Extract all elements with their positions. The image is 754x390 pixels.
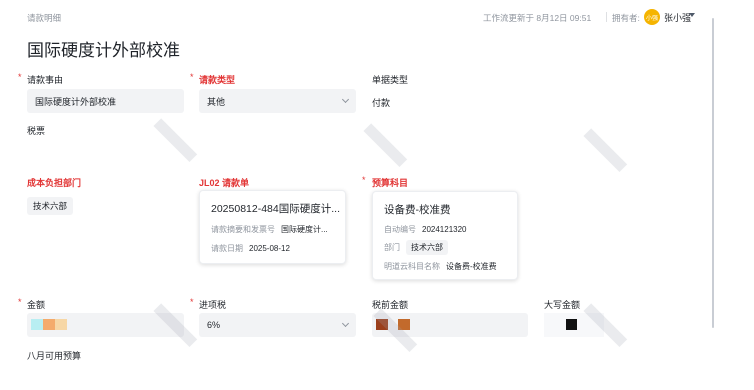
jl02-summary-value: 国际硬度计...: [281, 225, 328, 234]
jl02-summary-key: 请款摘要和发票号: [211, 225, 275, 234]
jl02-summary-row: 请款摘要和发票号 国际硬度计...: [211, 224, 328, 235]
input-tax-value: 6%: [207, 320, 221, 330]
owner-dropdown-caret-icon[interactable]: [689, 13, 695, 17]
owner-name[interactable]: 张小强: [664, 11, 691, 24]
budget-dept-row: 部门 技术六部: [384, 240, 448, 255]
input-tax-select[interactable]: 6%: [199, 313, 356, 337]
required-asterisk: *: [18, 72, 22, 82]
amount-upper-label: 大写金额: [544, 300, 581, 310]
jl02-date-key: 请款日期: [211, 244, 243, 253]
budget-number-row: 自动编号 2024121320: [384, 224, 467, 235]
jl02-date-value: 2025-08-12: [249, 244, 290, 253]
amount-label: 金额: [27, 300, 46, 310]
amount-redacted-block: [43, 319, 55, 330]
required-asterisk: *: [362, 175, 366, 185]
budget-subject-value: 设备费-校准费: [446, 262, 497, 271]
jl02-record-card[interactable]: 20250812-484国际硬度计... 请款摘要和发票号 国际硬度计... 请…: [199, 190, 346, 264]
budget-subject-key: 明道云科目名称: [384, 262, 440, 271]
owner-avatar[interactable]: 小强: [644, 9, 660, 25]
pretax-amount-label: 税前金额: [372, 300, 409, 310]
owner-label: 拥有者:: [612, 13, 640, 23]
budget-label: 预算科目: [372, 178, 409, 188]
watermark: ████████: [153, 118, 198, 162]
reason-label: 请款事由: [27, 75, 64, 85]
jl02-label: JL02 请款单: [199, 178, 250, 188]
august-budget-label: 八月可用预算: [27, 351, 82, 361]
scrollbar[interactable]: [712, 18, 714, 328]
budget-card-title: 设备费-校准费: [384, 204, 451, 216]
tax-ticket-label: 税票: [27, 126, 46, 136]
budget-number-key: 自动编号: [384, 225, 416, 234]
watermark: ████████: [363, 123, 408, 167]
breadcrumb[interactable]: 请款明细: [27, 12, 61, 24]
input-tax-label: 进项税: [199, 300, 227, 310]
budget-subject-row: 明道云科目名称 设备费-校准费: [384, 261, 497, 272]
doc-type-label: 单据类型: [372, 75, 409, 85]
chevron-down-icon: [341, 319, 350, 328]
cost-dept-label: 成本负担部门: [27, 178, 82, 188]
required-asterisk: *: [190, 297, 194, 307]
amount-redacted-block: [31, 319, 43, 330]
required-asterisk: *: [18, 297, 22, 307]
doc-type-value: 付款: [372, 98, 391, 108]
workflow-updated-text: 工作流更新于 8月12日 09:51: [483, 13, 592, 23]
chevron-down-icon: [341, 95, 350, 104]
required-asterisk: *: [190, 72, 194, 82]
jl02-card-title: 20250812-484国际硬度计...: [211, 203, 340, 215]
page-title: 国际硬度计外部校准: [27, 41, 180, 60]
cost-dept-tag[interactable]: 技术六部: [27, 197, 74, 215]
budget-dept-key: 部门: [384, 243, 400, 252]
request-type-select[interactable]: 其他: [199, 89, 356, 113]
request-type-value: 其他: [207, 96, 226, 107]
jl02-date-row: 请款日期 2025-08-12: [211, 243, 290, 254]
reason-field[interactable]: 国际硬度计外部校准: [27, 89, 184, 113]
request-type-label: 请款类型: [199, 75, 236, 85]
amount-redacted-block: [55, 319, 67, 330]
budget-record-card[interactable]: 设备费-校准费 自动编号 2024121320 部门 技术六部 明道云科目名称 …: [372, 191, 518, 280]
reason-value: 国际硬度计外部校准: [35, 96, 117, 107]
budget-number-value: 2024121320: [422, 225, 467, 234]
header-divider: [606, 12, 607, 22]
amount-upper-redacted-block: [566, 319, 577, 330]
budget-dept-value: 技术六部: [406, 240, 448, 255]
watermark: ████████: [583, 128, 628, 172]
top-bar: 请款明细 工作流更新于 8月12日 09:51 拥有者: 小强 张小强: [0, 0, 712, 34]
